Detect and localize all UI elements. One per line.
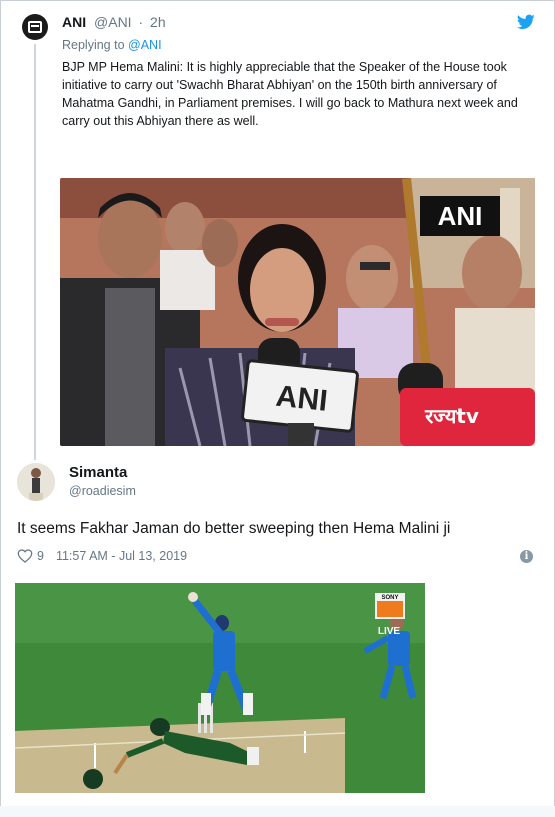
simanta-avatar[interactable] xyxy=(17,463,55,501)
tweet-photo[interactable]: SONY LIVE xyxy=(15,583,425,793)
tweet-timestamp[interactable]: 11:57 AM - Jul 13, 2019 xyxy=(56,549,187,563)
replying-to: Replying to @ANI xyxy=(62,38,162,52)
ani-mic-label: ANI xyxy=(274,380,329,418)
ani-avatar[interactable] xyxy=(22,14,48,40)
quoted-tweet-photo[interactable]: ANI ANI रज्यtv xyxy=(60,178,535,446)
quoted-author-handle[interactable]: @ANI xyxy=(94,14,132,30)
card-footer xyxy=(0,806,555,817)
tweet-meta: 9 11:57 AM - Jul 13, 2019 xyxy=(17,549,187,563)
separator-dot: · xyxy=(138,14,144,30)
cricket-scene-image: SONY LIVE xyxy=(15,583,425,793)
sony-logo: SONY xyxy=(381,595,398,601)
like-count[interactable]: 9 xyxy=(37,549,44,563)
ani-watermark: ANI xyxy=(438,201,483,231)
tweet-text: It seems Fakhar Jaman do better sweeping… xyxy=(17,520,451,537)
live-label: LIVE xyxy=(378,626,401,637)
quoted-tweet-text: BJP MP Hema Malini: It is highly appreci… xyxy=(62,60,518,128)
replying-to-handle[interactable]: @ANI xyxy=(128,38,162,52)
rstv-mic-label: रज्यtv xyxy=(424,404,479,428)
ani-logo-icon xyxy=(28,21,42,33)
press-scene-image: ANI ANI रज्यtv xyxy=(60,178,535,446)
avatar-photo xyxy=(17,463,55,501)
quoted-author-name[interactable]: ANI xyxy=(62,14,86,30)
author-name[interactable]: Simanta xyxy=(69,464,127,481)
author-handle[interactable]: @roadiesim xyxy=(69,484,136,498)
info-icon[interactable]: i xyxy=(520,550,533,563)
twitter-bird-icon[interactable] xyxy=(517,14,535,30)
quoted-tweet-header: ANI @ANI · 2h xyxy=(62,14,166,30)
replying-to-label: Replying to xyxy=(62,38,125,52)
thread-line xyxy=(34,44,36,460)
heart-icon[interactable] xyxy=(17,549,33,563)
quoted-tweet-time[interactable]: 2h xyxy=(150,14,166,30)
